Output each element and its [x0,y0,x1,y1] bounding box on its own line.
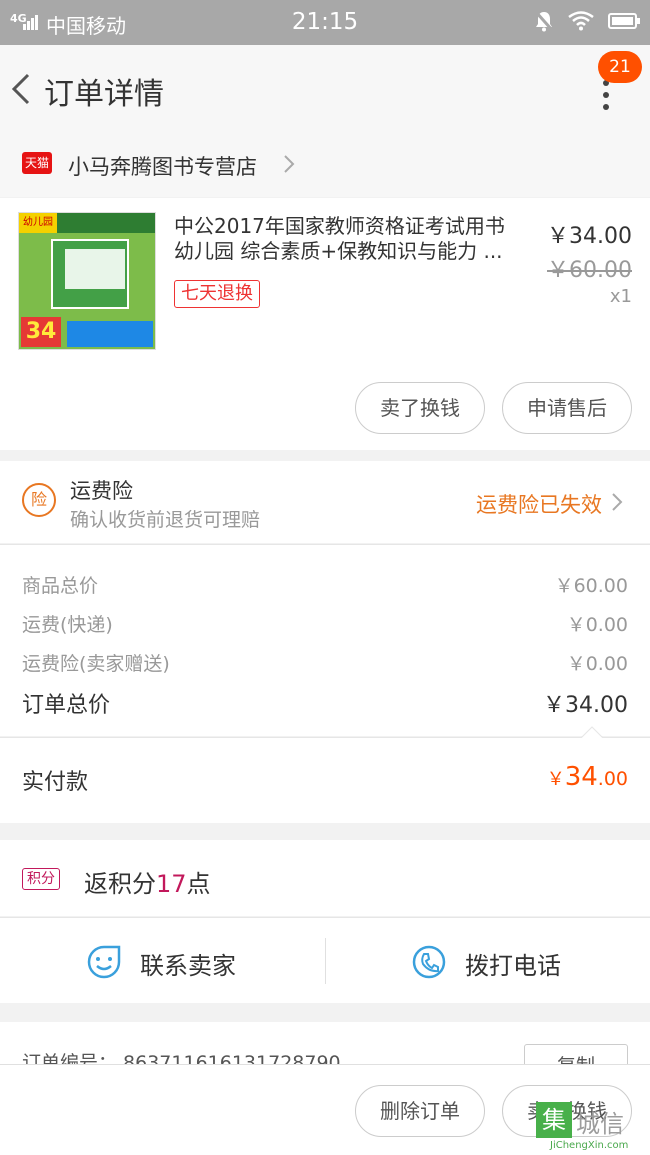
order-total-label: 订单总价 [22,693,111,718]
chevron-right-icon [284,155,295,173]
insurance-title: 运费险 [70,479,133,503]
product-title[interactable]: 中公2017年国家教师资格证考试用书幼儿园 综合素质+保教知识与能力 ... [174,214,524,264]
tmall-logo: 天猫 [22,152,52,174]
message-count-badge: 21 [598,51,642,83]
summary-label: 商品总价 [22,575,99,597]
amount-decimal: .00 [597,768,628,790]
order-total-value: ￥34.00 [543,693,628,718]
nav-bar: 订单详情 21 [0,45,650,133]
shop-name[interactable]: 小马奔腾图书专营店 [68,151,257,181]
points-prefix: 返积分 [84,870,156,898]
insurance-status: 运费险已失效 [476,493,602,517]
wifi-icon [568,11,594,31]
page-title: 订单详情 [44,77,164,112]
contact-row: 联系卖家 拨打电话 [0,917,650,1003]
summary-value: ￥0.00 [566,614,628,636]
status-bar: 4G 中国移动 21:15 [0,0,650,45]
insurance-icon: 险 [22,483,56,517]
delete-order-button[interactable]: 删除订单 [355,1085,485,1137]
product-price: ￥34.00 [547,224,632,249]
product-quantity: x1 [609,286,632,307]
product-card: 幼儿园 34 中公2017年国家教师资格证考试用书幼儿园 综合素质+保教知识与能… [0,198,650,450]
contact-seller-label: 联系卖家 [140,952,236,980]
watermark: 集 城信 JiChengXin.com [536,1102,650,1155]
chevron-right-icon [612,493,623,511]
product-image-badge: 34 [21,317,61,347]
price-summary: 商品总价 ￥60.00 运费(快递) ￥0.00 运费险(卖家赠送) ￥0.00… [0,544,650,736]
currency-symbol: ￥ [546,769,565,790]
points-suffix: 点 [186,870,211,898]
actual-payment-value: ￥34.00 [547,762,628,792]
actual-payment-row: 实付款 ￥34.00 [0,726,650,823]
points-text: 返积分17点 [84,864,211,899]
shipping-insurance-row[interactable]: 险 运费险 确认收货前退货可理赔 运费险已失效 [0,461,650,543]
phone-icon [412,945,446,979]
resell-button[interactable]: 卖了换钱 [355,382,485,434]
summary-label: 运费(快递) [22,614,113,636]
back-arrow-icon[interactable] [8,69,36,109]
call-phone-label: 拨打电话 [465,952,561,980]
after-sales-button[interactable]: 申请售后 [502,382,632,434]
points-amount: 17 [156,870,187,898]
product-image-label: 幼儿园 [19,213,57,233]
summary-value: ￥0.00 [566,653,628,675]
watermark-logo: 集 [536,1102,572,1138]
product-original-price: ￥60.00 [547,258,632,283]
chat-face-icon [87,945,121,979]
summary-label: 运费险(卖家赠送) [22,653,170,675]
battery-icon [608,13,640,29]
contact-seller-button[interactable]: 联系卖家 [0,918,325,1004]
insurance-subtitle: 确认收货前退货可理赔 [70,509,261,531]
watermark-url: JiChengXin.com [550,1140,629,1151]
actual-payment-label: 实付款 [22,770,89,795]
caret-up-icon [580,726,604,739]
mute-bell-icon [534,11,554,32]
return-policy-tag: 七天退换 [174,280,260,308]
points-badge: 积分 [22,868,60,890]
product-image[interactable]: 幼儿园 34 [18,212,156,350]
call-phone-button[interactable]: 拨打电话 [325,918,650,1004]
amount-integer: 34 [564,762,598,792]
points-row: 积分 返积分17点 [0,840,650,916]
watermark-name: 城信 [576,1110,624,1138]
summary-value: ￥60.00 [554,575,628,597]
